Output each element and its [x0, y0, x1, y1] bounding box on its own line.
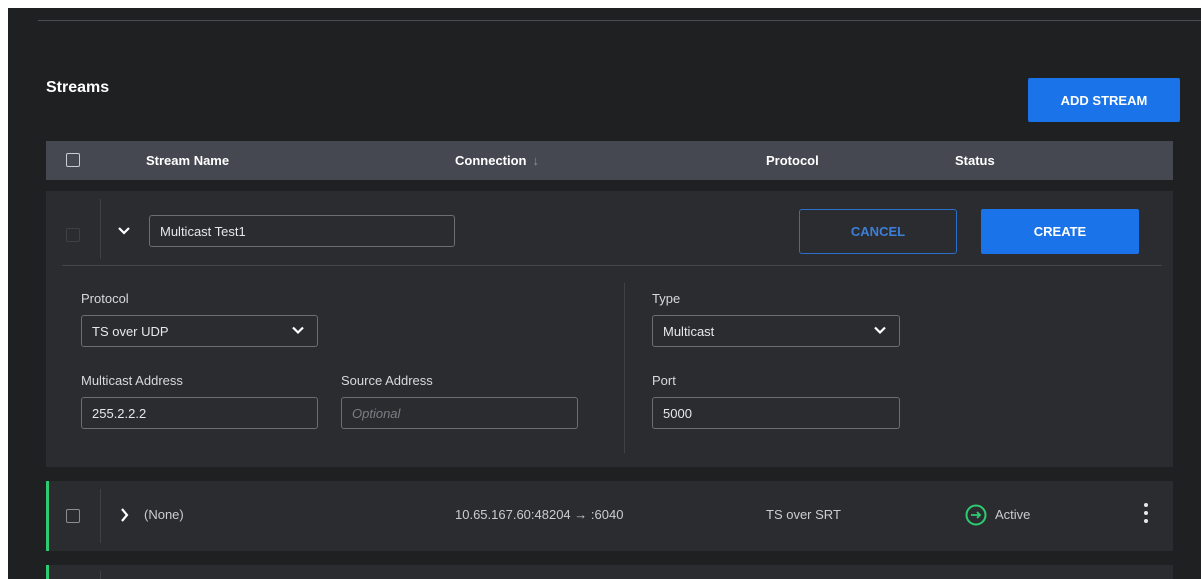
panel-divider — [62, 265, 1162, 266]
add-stream-button[interactable]: ADD STREAM — [1028, 78, 1180, 122]
source-address-input[interactable]: Optional — [341, 397, 578, 429]
table-row[interactable]: (None) 10.65.167.60:48204 → :6040 TS ove… — [46, 481, 1173, 551]
protocol-label: Protocol — [81, 291, 129, 306]
source-address-label: Source Address — [341, 373, 433, 388]
column-header-connection-label: Connection — [455, 153, 527, 168]
column-header-protocol[interactable]: Protocol — [766, 153, 819, 168]
multicast-address-input[interactable]: 255.2.2.2 — [81, 397, 318, 429]
type-label: Type — [652, 291, 681, 306]
type-select-value: Multicast — [663, 323, 715, 339]
protocol-select-value: TS over UDP — [92, 323, 169, 339]
row-checkbox[interactable] — [66, 228, 80, 242]
column-header-connection[interactable]: Connection ↓ — [455, 153, 539, 168]
multicast-address-label: Multicast Address — [81, 373, 183, 388]
row-checkbox[interactable] — [66, 509, 80, 523]
table-row[interactable] — [46, 565, 1173, 579]
cancel-button[interactable]: CANCEL — [799, 209, 957, 254]
row-divider — [100, 199, 101, 259]
chevron-down-icon — [874, 326, 886, 335]
chevron-down-icon — [292, 326, 304, 335]
type-select[interactable]: Multicast — [652, 315, 900, 347]
row-divider — [100, 571, 101, 579]
row-connection: 10.65.167.60:48204 → :6040 — [455, 507, 624, 522]
row-divider — [100, 489, 101, 543]
column-header-status[interactable]: Status — [955, 153, 995, 168]
row-status-accent — [46, 565, 49, 579]
chevron-down-icon[interactable] — [118, 226, 130, 236]
more-options-icon[interactable] — [1143, 503, 1149, 527]
select-all-checkbox[interactable] — [66, 153, 80, 167]
port-input[interactable]: 5000 — [652, 397, 900, 429]
stream-name-input[interactable]: Multicast Test1 — [149, 215, 455, 247]
page-title: Streams — [46, 79, 110, 96]
row-stream-name: (None) — [144, 507, 184, 522]
create-button[interactable]: CREATE — [981, 209, 1139, 254]
app-frame: Streams ADD STREAM Stream Name Connectio… — [8, 8, 1201, 579]
row-status: Active — [995, 507, 1031, 522]
row-status-accent — [46, 481, 49, 551]
active-status-icon — [965, 504, 987, 526]
row-protocol: TS over SRT — [766, 507, 841, 522]
chevron-right-icon[interactable] — [120, 508, 130, 522]
port-label: Port — [652, 373, 676, 388]
sort-down-icon[interactable]: ↓ — [533, 153, 540, 168]
protocol-select[interactable]: TS over UDP — [81, 315, 318, 347]
column-header-stream-name[interactable]: Stream Name — [146, 153, 229, 168]
table-header: Stream Name Connection ↓ Protocol Status — [46, 141, 1173, 180]
panel-column-divider — [624, 283, 625, 453]
top-divider — [38, 20, 1201, 21]
